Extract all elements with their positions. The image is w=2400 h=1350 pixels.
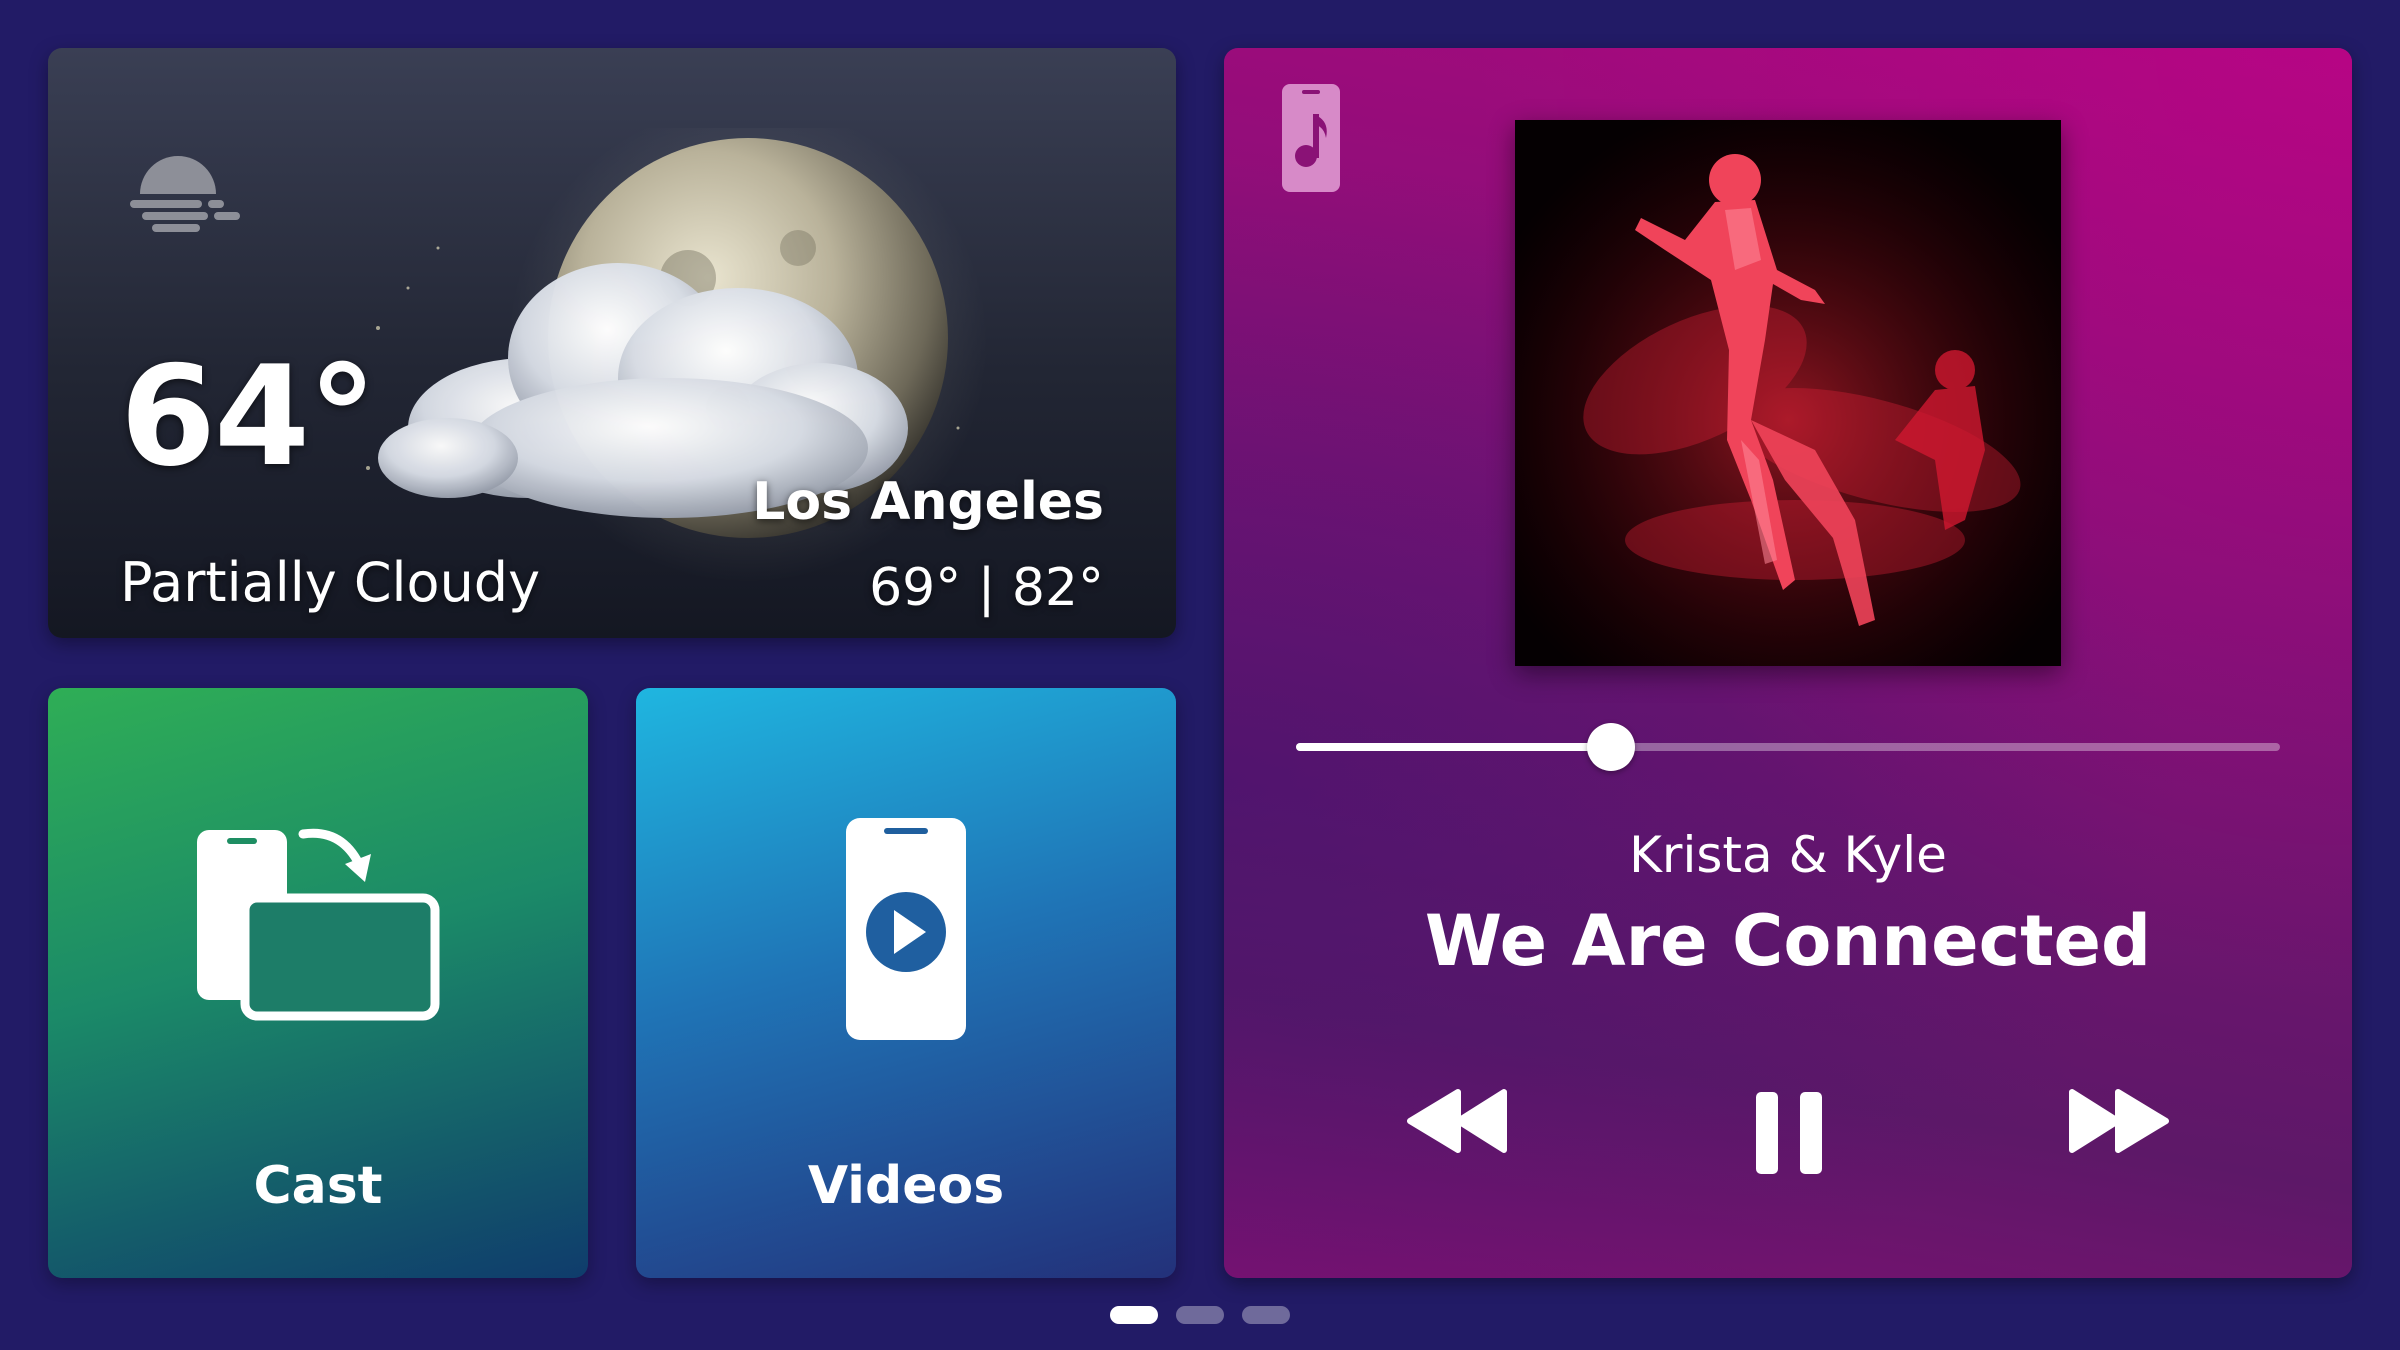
- home-screen: 64° Partially Cloudy Los Angeles 69° | 8…: [0, 0, 2400, 1350]
- page-indicator: [1110, 1306, 1290, 1324]
- weather-card[interactable]: 64° Partially Cloudy Los Angeles 69° | 8…: [48, 48, 1176, 638]
- pause-icon[interactable]: [1754, 1090, 1824, 1176]
- page-dot-3[interactable]: [1242, 1306, 1290, 1324]
- progress-fill: [1296, 743, 1611, 751]
- temperature-range: 69° | 82°: [869, 558, 1104, 618]
- phone-play-icon: [846, 818, 966, 1040]
- progress-thumb[interactable]: [1586, 723, 1635, 771]
- videos-label: Videos: [807, 1156, 1005, 1216]
- album-cover-image: [1515, 120, 2061, 666]
- music-player-card: Krista & Kyle We Are Connected: [1224, 48, 2352, 1278]
- weather-condition: Partially Cloudy: [120, 551, 541, 614]
- moon-fog-icon: [130, 156, 240, 232]
- cast-label: Cast: [253, 1156, 383, 1216]
- current-temperature: 64°: [120, 336, 377, 497]
- artist-name: Krista & Kyle: [1629, 826, 1947, 884]
- album-art: [1515, 120, 2061, 666]
- fast-forward-icon[interactable]: [2066, 1088, 2170, 1154]
- page-dot-2[interactable]: [1176, 1306, 1224, 1324]
- page-dot-1[interactable]: [1110, 1306, 1158, 1324]
- playback-progress-slider[interactable]: [1296, 723, 2280, 771]
- song-title: We Are Connected: [1424, 900, 2152, 982]
- cast-tile[interactable]: Cast: [48, 688, 588, 1278]
- rewind-icon[interactable]: [1406, 1088, 1510, 1154]
- phone-music-icon[interactable]: [1282, 84, 1340, 192]
- videos-tile[interactable]: Videos: [636, 688, 1176, 1278]
- city-name: Los Angeles: [752, 472, 1104, 532]
- cast-icon: [197, 828, 440, 1021]
